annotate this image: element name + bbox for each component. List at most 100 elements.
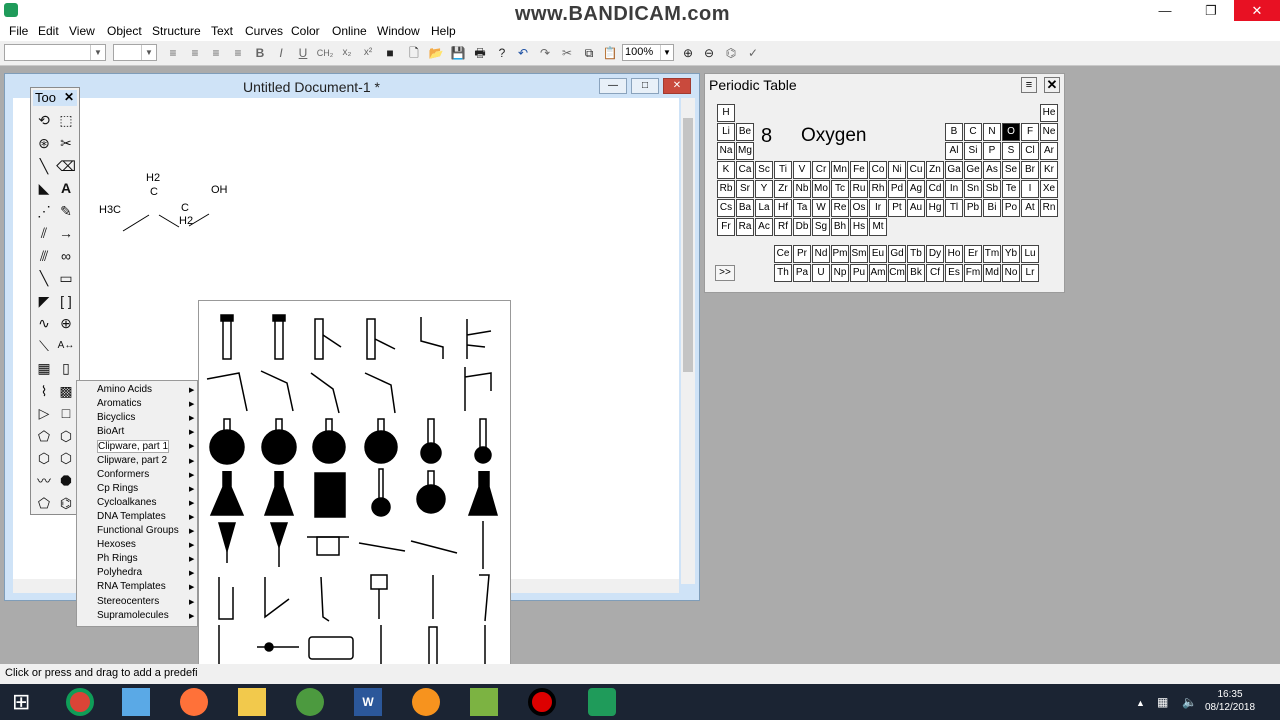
element-tl[interactable]: Tl: [945, 199, 963, 217]
element-sr[interactable]: Sr: [736, 180, 754, 198]
template-menu-item[interactable]: Aromatics: [97, 398, 141, 409]
print-icon[interactable]: 🖶: [471, 44, 489, 62]
wedge-bond-icon[interactable]: ◣: [34, 178, 54, 198]
element-ru[interactable]: Ru: [850, 180, 868, 198]
bold-icon[interactable]: B: [251, 44, 269, 62]
cut-icon[interactable]: ✂: [558, 44, 576, 62]
element-tb[interactable]: Tb: [907, 245, 925, 263]
element-os[interactable]: Os: [850, 199, 868, 217]
element-ne[interactable]: Ne: [1040, 123, 1058, 141]
element-pr[interactable]: Pr: [793, 245, 811, 263]
tlc-plate-icon[interactable]: ▯: [56, 358, 76, 378]
align-left-icon[interactable]: ≡: [164, 44, 182, 62]
template-menu-item[interactable]: Clipware, part 1: [97, 440, 170, 454]
element-ir[interactable]: Ir: [869, 199, 887, 217]
text-tool-icon[interactable]: A: [56, 178, 76, 198]
bold-wedge-icon[interactable]: ◤: [34, 291, 54, 311]
app-icon[interactable]: [296, 688, 324, 716]
element-bk[interactable]: Bk: [907, 264, 925, 282]
element-co[interactable]: Co: [869, 161, 887, 179]
element-f[interactable]: F: [1021, 123, 1039, 141]
menu-object[interactable]: Object: [107, 24, 142, 38]
tools-close-icon[interactable]: ✕: [63, 91, 75, 104]
volume-icon[interactable]: 🔈: [1182, 695, 1197, 709]
element-at[interactable]: At: [1021, 199, 1039, 217]
element-ge[interactable]: Ge: [964, 161, 982, 179]
element-la[interactable]: La: [755, 199, 773, 217]
mass-fragment-icon[interactable]: ✂: [56, 133, 76, 153]
zoom-in-icon[interactable]: ⊕: [679, 44, 697, 62]
element-th[interactable]: Th: [774, 264, 792, 282]
windows-start-icon[interactable]: ⊞: [12, 688, 40, 716]
zoom-out-icon[interactable]: ⊖: [700, 44, 718, 62]
element-sc[interactable]: Sc: [755, 161, 773, 179]
element-ti[interactable]: Ti: [774, 161, 792, 179]
element-cr[interactable]: Cr: [812, 161, 830, 179]
element-n[interactable]: N: [983, 123, 1001, 141]
copy-icon[interactable]: ⧉: [580, 44, 598, 62]
element-lu[interactable]: Lu: [1021, 245, 1039, 263]
menu-file[interactable]: File: [9, 24, 28, 38]
element-re[interactable]: Re: [831, 199, 849, 217]
template-menu-item[interactable]: Cycloalkanes: [97, 497, 156, 508]
element-fm[interactable]: Fm: [964, 264, 982, 282]
element-kr[interactable]: Kr: [1040, 161, 1058, 179]
element-ce[interactable]: Ce: [774, 245, 792, 263]
new-document-icon[interactable]: 🗋: [405, 44, 423, 62]
element-tm[interactable]: Tm: [983, 245, 1001, 263]
element-p[interactable]: P: [983, 142, 1001, 160]
element-he[interactable]: He: [1040, 104, 1058, 122]
element-gd[interactable]: Gd: [888, 245, 906, 263]
align-center-icon[interactable]: ≡: [186, 44, 204, 62]
cyclohexane-chair-icon[interactable]: ⬡: [34, 448, 54, 468]
template-menu-item[interactable]: Stereocenters: [97, 596, 159, 607]
template-menu-item[interactable]: Amino Acids: [97, 384, 152, 395]
element-ar[interactable]: Ar: [1040, 142, 1058, 160]
element-te[interactable]: Te: [1002, 180, 1020, 198]
element-pm[interactable]: Pm: [831, 245, 849, 263]
chemdraw-app-icon[interactable]: [4, 3, 18, 17]
element-bh[interactable]: Bh: [831, 218, 849, 236]
arrow-tool-icon[interactable]: →: [56, 223, 76, 243]
check-structure-icon[interactable]: ✓: [744, 44, 762, 62]
query-icon[interactable]: A↔: [56, 336, 76, 356]
clipware-template-panel[interactable]: [198, 300, 511, 677]
doc-close-button[interactable]: ✕: [663, 78, 691, 94]
element-ta[interactable]: Ta: [793, 199, 811, 217]
element-br[interactable]: Br: [1021, 161, 1039, 179]
cyclopentadiene-icon[interactable]: ⬠: [34, 493, 54, 513]
record-icon[interactable]: [528, 688, 556, 716]
clean-structure-icon[interactable]: ⌬: [722, 44, 740, 62]
menu-icon[interactable]: ≡: [1021, 77, 1037, 93]
cyclohexane-icon[interactable]: ⬡: [56, 426, 76, 446]
menu-curves[interactable]: Curves: [245, 24, 283, 38]
element-rb[interactable]: Rb: [717, 180, 735, 198]
element-ga[interactable]: Ga: [945, 161, 963, 179]
align-right-icon[interactable]: ≡: [207, 44, 225, 62]
element-ba[interactable]: Ba: [736, 199, 754, 217]
element-np[interactable]: Np: [831, 264, 849, 282]
orbital-icon[interactable]: ∞: [56, 246, 76, 266]
hashed-bond-icon[interactable]: ⫻: [34, 246, 54, 266]
element-sg[interactable]: Sg: [812, 218, 830, 236]
table-icon[interactable]: ▦: [34, 358, 54, 378]
app-icon[interactable]: [412, 688, 440, 716]
element-md[interactable]: Md: [983, 264, 1001, 282]
element-rf[interactable]: Rf: [774, 218, 792, 236]
menu-structure[interactable]: Structure: [152, 24, 201, 38]
element-y[interactable]: Y: [755, 180, 773, 198]
element-db[interactable]: Db: [793, 218, 811, 236]
element-lr[interactable]: Lr: [1021, 264, 1039, 282]
element-ac[interactable]: Ac: [755, 218, 773, 236]
template-menu-item[interactable]: Polyhedra: [97, 567, 142, 578]
element-zn[interactable]: Zn: [926, 161, 944, 179]
element-bi[interactable]: Bi: [983, 199, 1001, 217]
element-es[interactable]: Es: [945, 264, 963, 282]
element-sb[interactable]: Sb: [983, 180, 1001, 198]
restore-button[interactable]: ❐: [1188, 0, 1234, 21]
element-as[interactable]: As: [983, 161, 1001, 179]
templates-icon[interactable]: ▩: [56, 381, 76, 401]
element-c[interactable]: C: [964, 123, 982, 141]
element-rh[interactable]: Rh: [869, 180, 887, 198]
cycloheptane-icon[interactable]: ⬡: [56, 448, 76, 468]
